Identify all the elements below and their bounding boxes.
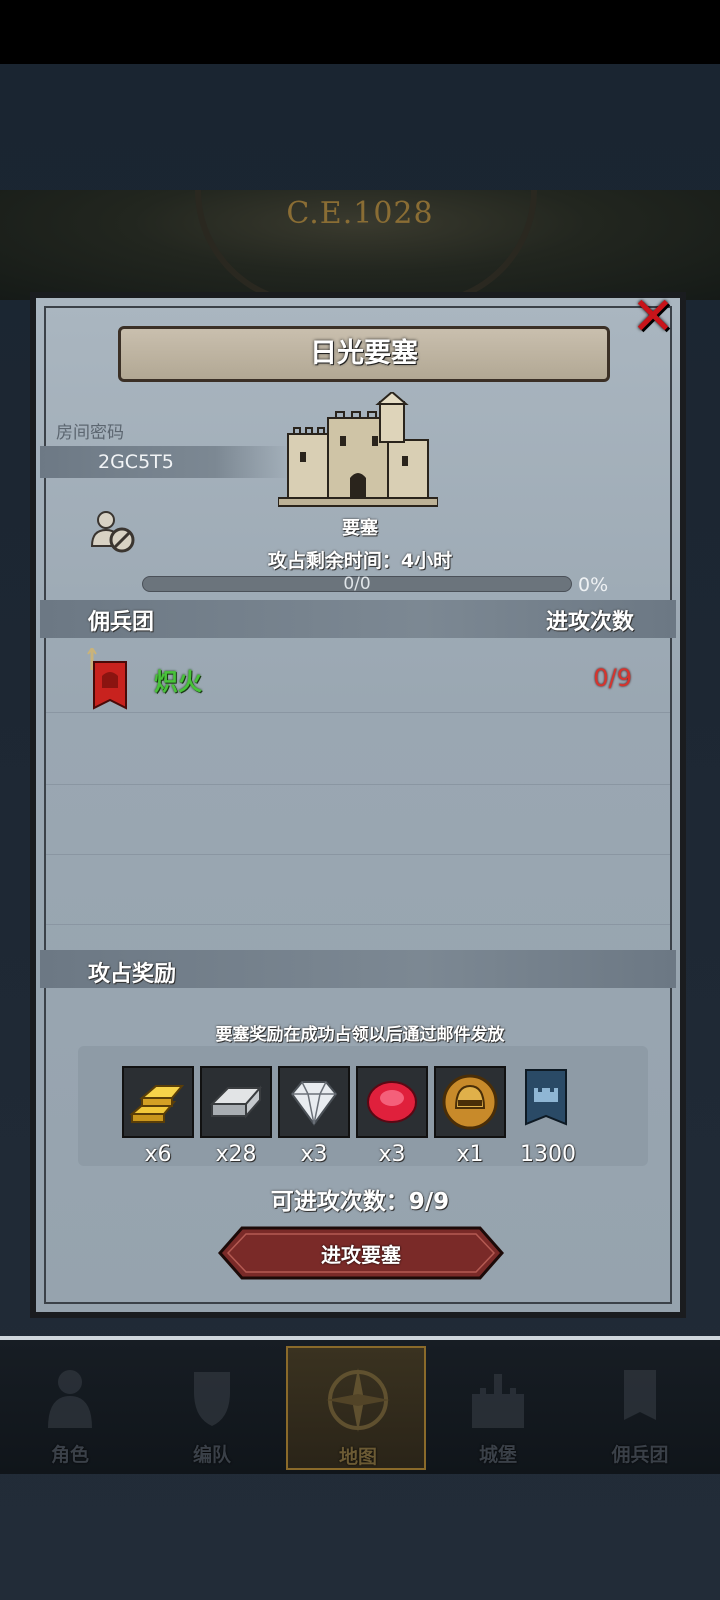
castle-icon: [472, 1374, 524, 1428]
mercenary-attack-count: 0/9: [593, 664, 632, 692]
list-item[interactable]: [46, 640, 670, 713]
available-attacks: 可进攻次数：9/9: [270, 1189, 450, 1215]
reward-header: 攻占奖励: [88, 962, 177, 987]
nav-label: 佣兵团: [611, 1444, 669, 1466]
diamond-icon[interactable]: [278, 1066, 350, 1138]
progress-count: 0/0: [343, 574, 371, 594]
character-icon: [48, 1370, 92, 1428]
nav-item-formation[interactable]: 编队: [142, 1346, 282, 1470]
gold-bars-icon[interactable]: [122, 1066, 194, 1138]
nav-label: 城堡: [478, 1444, 517, 1466]
helmet-coin-icon[interactable]: [434, 1066, 506, 1138]
reward-qty: x6: [144, 1142, 172, 1167]
map-compass-icon: [326, 1368, 390, 1432]
ruby-icon[interactable]: [356, 1066, 428, 1138]
formation-icon: [194, 1372, 230, 1426]
reward-note: 要塞奖励在成功占领以后通过邮件发放: [215, 1025, 505, 1045]
fortress-type: 要塞: [342, 518, 378, 539]
nav-item-map[interactable]: 地图: [286, 1346, 426, 1470]
attack-fortress-label: 进攻要塞: [321, 1243, 401, 1267]
mercenary-name: 炽火: [154, 668, 202, 696]
nav-item-castle[interactable]: 城堡: [428, 1346, 568, 1470]
nav-item-character[interactable]: 角色: [0, 1346, 140, 1470]
reward-qty: x28: [215, 1142, 257, 1167]
empty-row: [46, 712, 670, 785]
nav-label: 角色: [50, 1444, 89, 1466]
empty-row: [46, 852, 670, 925]
time-remaining: 攻占剩余时间：4小时: [267, 550, 453, 572]
silver-bar-icon[interactable]: [200, 1066, 272, 1138]
room-code[interactable]: 2GC5T5: [98, 451, 174, 473]
castle-banner-icon[interactable]: [512, 1066, 584, 1138]
attack-fortress-button[interactable]: 进攻要塞: [218, 1226, 504, 1280]
reward-qty: x1: [456, 1142, 484, 1167]
status-bar: [0, 0, 720, 64]
close-icon[interactable]: ✕: [626, 291, 680, 346]
reward-qty: x3: [378, 1142, 406, 1167]
progress-percent: 0%: [578, 574, 609, 596]
nav-label: 地图: [338, 1446, 377, 1468]
reward-qty: x3: [300, 1142, 328, 1167]
dialog-title: 日光要塞: [118, 326, 610, 382]
room-password-label: 房间密码: [56, 423, 124, 443]
mercenary-header: 佣兵团: [88, 610, 155, 635]
mercenary-banner-icon: [86, 646, 128, 712]
empty-row: [46, 782, 670, 855]
nav-item-mercenary[interactable]: 佣兵团: [570, 1346, 710, 1470]
era-label: C.E.1028: [286, 196, 434, 231]
mercenary-icon: [624, 1370, 656, 1420]
reward-qty: 1300: [520, 1142, 576, 1167]
nav-label: 编队: [192, 1444, 231, 1466]
attack-times-header: 进攻次数: [545, 610, 634, 635]
fortress-castle-icon: [277, 390, 439, 510]
